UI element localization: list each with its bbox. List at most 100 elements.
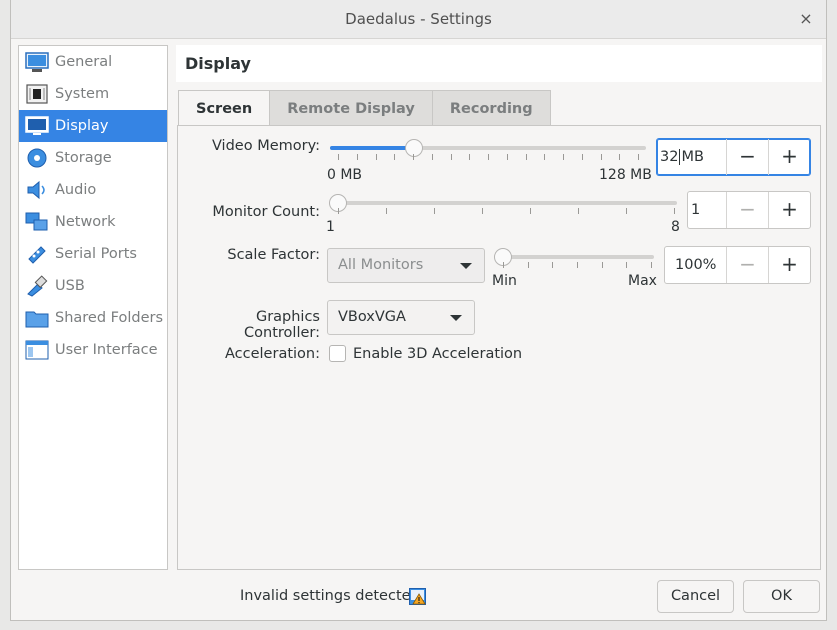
monitor-count-increment-button[interactable]: + — [768, 192, 810, 228]
monitor-count-slider[interactable] — [329, 201, 677, 205]
monitor-count-max-label: 8 — [671, 219, 680, 235]
sidebar-item-label: Network — [55, 214, 116, 230]
sidebar-item-label: Serial Ports — [55, 246, 137, 262]
monitor-count-min-label: 1 — [326, 219, 335, 235]
slider-tick — [626, 262, 628, 268]
sidebar-item-audio[interactable]: Audio — [19, 174, 167, 206]
warning-icon[interactable] — [409, 588, 426, 605]
sidebar-item-label: User Interface — [55, 342, 158, 358]
slider-tick — [552, 262, 554, 268]
slider-tick — [563, 154, 564, 160]
slider-tick — [338, 154, 339, 160]
scale-factor-min-label: Min — [492, 273, 517, 289]
enable-3d-acceleration-label[interactable]: Enable 3D Acceleration — [353, 346, 522, 362]
slider-tick — [506, 154, 508, 160]
storage-icon — [25, 146, 49, 170]
slider-tick — [413, 154, 414, 160]
sidebar-item-label: Storage — [55, 150, 112, 166]
graphics-controller-combo[interactable]: VBoxVGA — [327, 300, 475, 335]
tab-remote-display[interactable]: Remote Display — [270, 90, 433, 126]
scale-factor-spinbox[interactable]: 100% − + — [664, 246, 811, 284]
ok-button[interactable]: OK — [743, 580, 820, 613]
monitor-count-value[interactable]: 1 — [688, 192, 726, 228]
monitor-count-decrement-button[interactable]: − — [726, 192, 768, 228]
scale-factor-max-label: Max — [628, 273, 657, 289]
serial-ports-icon — [25, 242, 49, 266]
sidebar-item-display[interactable]: Display — [19, 110, 167, 142]
sidebar-item-system[interactable]: System — [19, 78, 167, 110]
user-interface-icon — [25, 338, 49, 362]
sidebar-item-shared-folders[interactable]: Shared Folders — [19, 302, 167, 334]
scale-factor-slider[interactable] — [494, 255, 654, 259]
monitor-count-spinbox[interactable]: 1 − + — [687, 191, 811, 229]
video-memory-unit: MB — [679, 149, 704, 165]
scale-factor-value[interactable]: 100% — [665, 247, 726, 283]
page-title: Display — [185, 54, 251, 73]
video-memory-min-label: 0 MB — [327, 167, 363, 183]
audio-icon — [25, 178, 49, 202]
video-memory-value[interactable]: 32 MB — [657, 139, 726, 175]
slider-tick — [601, 262, 603, 268]
video-memory-slider[interactable] — [330, 146, 646, 150]
sidebar-item-storage[interactable]: Storage — [19, 142, 167, 174]
slider-tick — [394, 154, 396, 160]
usb-icon — [25, 274, 49, 298]
slider-tick — [434, 208, 435, 214]
slider-tick — [527, 262, 529, 268]
cancel-button[interactable]: Cancel — [657, 580, 734, 613]
sidebar-item-label: General — [55, 54, 113, 70]
tab-screen[interactable]: Screen — [178, 90, 271, 126]
sidebar-item-label: USB — [55, 278, 85, 294]
slider-tick — [626, 208, 627, 214]
slider-tick — [530, 208, 531, 214]
monitor-count-ticks — [338, 208, 675, 214]
graphics-controller-label: Graphics Controller: — [244, 309, 320, 341]
slider-tick — [386, 208, 387, 214]
sidebar-item-label: Display — [55, 118, 109, 134]
slider-tick — [375, 154, 377, 160]
scale-factor-monitor-value: All Monitors — [338, 257, 424, 273]
sidebar-item-user-interface[interactable]: User Interface — [19, 334, 167, 366]
scale-factor-monitor-combo[interactable]: All Monitors — [327, 248, 485, 283]
slider-tick — [578, 208, 579, 214]
close-button[interactable]: × — [796, 9, 816, 29]
video-memory-number: 32 — [660, 149, 679, 165]
scale-factor-label: Scale Factor: — [227, 247, 320, 263]
shared-folders-icon — [25, 306, 49, 330]
system-icon — [25, 82, 49, 106]
display-icon — [25, 114, 49, 138]
sidebar-item-usb[interactable]: USB — [19, 270, 167, 302]
slider-tick — [577, 262, 578, 268]
chevron-down-icon — [450, 315, 462, 321]
video-memory-label: Video Memory: — [211, 138, 320, 154]
enable-3d-acceleration-checkbox[interactable] — [329, 345, 346, 362]
slider-tick — [638, 154, 639, 160]
sidebar-item-label: Shared Folders — [55, 310, 164, 326]
slider-tick — [469, 154, 471, 160]
video-memory-spinbox[interactable]: 32 MB − + — [656, 138, 811, 176]
video-memory-slider-fill — [330, 146, 414, 150]
scale-factor-decrement-button[interactable]: − — [726, 247, 768, 283]
slider-tick — [525, 154, 527, 160]
screen-tab-panel: Video Memory: 0 MB 128 MB 32 MB − + Monit… — [177, 125, 821, 570]
sidebar-item-label: System — [55, 86, 110, 102]
slider-tick — [600, 154, 602, 160]
status-message: Invalid settings detected — [240, 588, 420, 604]
scale-factor-increment-button[interactable]: + — [768, 247, 810, 283]
sidebar-item-network[interactable]: Network — [19, 206, 167, 238]
video-memory-max-label: 128 MB — [599, 167, 652, 183]
slider-tick — [482, 208, 483, 214]
settings-sidebar: General System Display Storage Audio Net… — [18, 45, 168, 570]
tab-bar: Screen Remote Display Recording — [178, 90, 551, 126]
video-memory-increment-button[interactable]: + — [768, 139, 810, 175]
settings-window: Daedalus - Settings × General System Dis… — [10, 0, 827, 621]
slider-tick — [651, 262, 652, 268]
slider-tick — [581, 154, 583, 160]
sidebar-item-serial-ports[interactable]: Serial Ports — [19, 238, 167, 270]
tab-recording[interactable]: Recording — [432, 90, 551, 126]
video-memory-decrement-button[interactable]: − — [726, 139, 768, 175]
slider-tick — [619, 154, 621, 160]
network-icon — [25, 210, 49, 234]
sidebar-item-general[interactable]: General — [19, 46, 167, 78]
title-bar: Daedalus - Settings × — [11, 0, 826, 39]
